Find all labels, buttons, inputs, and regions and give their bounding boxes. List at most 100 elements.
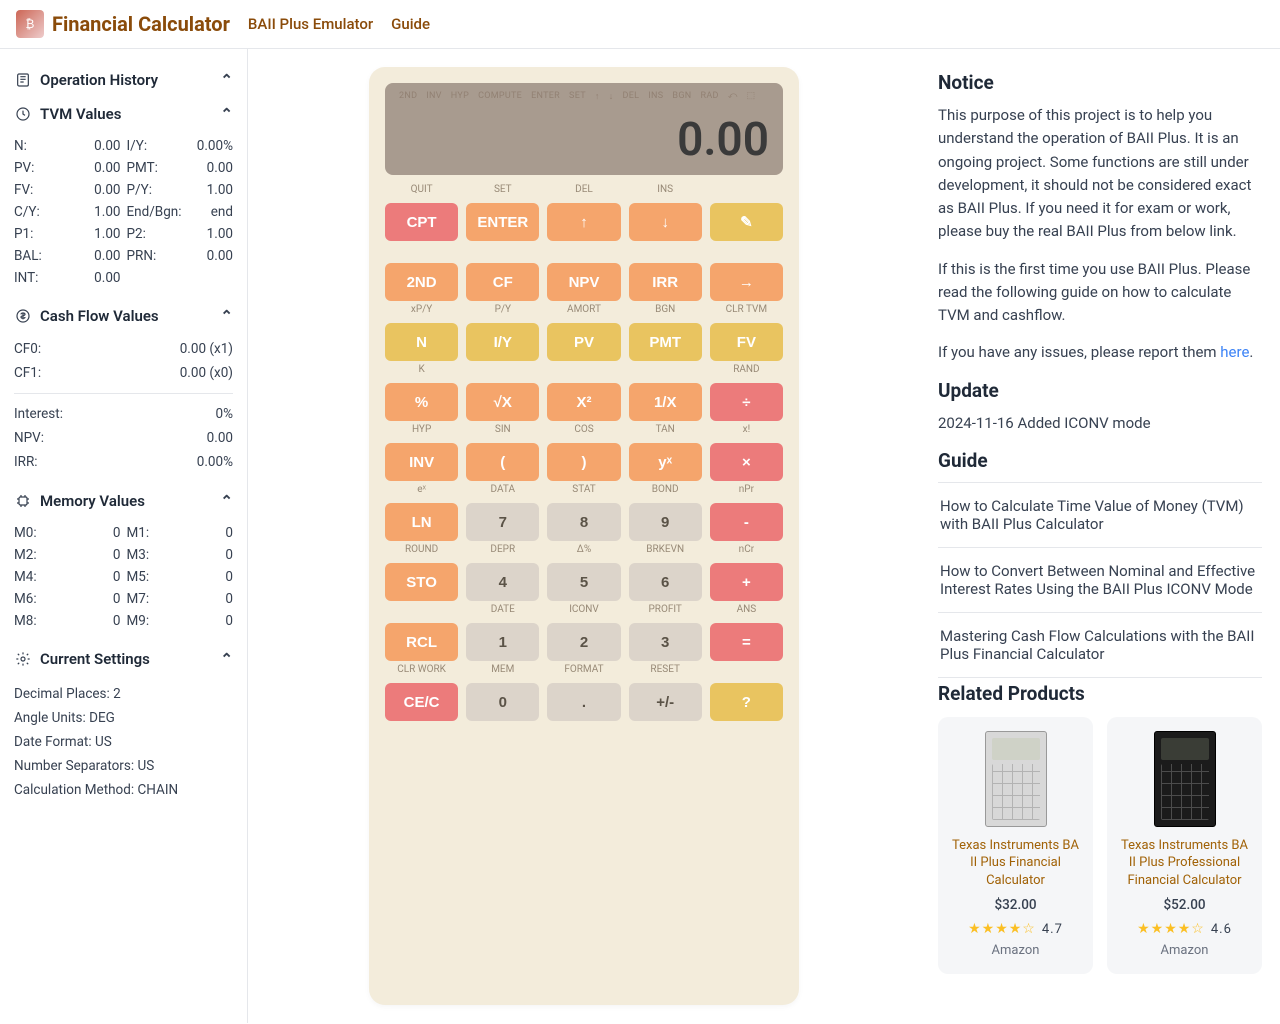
key-9[interactable]: 9: [629, 503, 702, 541]
app-title: Financial Calculator: [52, 12, 230, 36]
key-secondary-label: ROUND: [385, 543, 458, 557]
key-2nd[interactable]: 2ND: [385, 263, 458, 301]
key-[interactable]: =: [710, 623, 783, 661]
key-irr[interactable]: IRR: [629, 263, 702, 301]
key-5[interactable]: 5: [547, 563, 620, 601]
settings-list: Decimal Places: 2Angle Units: DEGDate Fo…: [10, 676, 237, 808]
product-title: Texas Instruments BA II Plus Professiona…: [1117, 837, 1252, 890]
product-rating: ★★★★☆4.6: [1117, 921, 1252, 937]
key-4[interactable]: 4: [466, 563, 539, 601]
report-link[interactable]: here: [1220, 343, 1249, 361]
product-seller: Amazon: [948, 943, 1083, 958]
key-[interactable]: ✎: [710, 203, 783, 241]
indicator: INS: [648, 91, 663, 102]
key-y[interactable]: yˣ: [629, 443, 702, 481]
section-memory[interactable]: Memory Values ⌃: [10, 484, 237, 518]
topbar: ₿ Financial Calculator BAII Plus Emulato…: [0, 0, 1280, 49]
key-[interactable]: -: [710, 503, 783, 541]
indicator: ⬚: [747, 91, 756, 102]
tvm-row: N:0.00: [14, 135, 121, 157]
key-[interactable]: +: [710, 563, 783, 601]
key-[interactable]: ÷: [710, 383, 783, 421]
guide-item[interactable]: How to Convert Between Nominal and Effec…: [938, 548, 1262, 613]
calculator-icon: ₿: [16, 10, 44, 38]
key-3[interactable]: 3: [629, 623, 702, 661]
notice-title: Notice: [938, 71, 1262, 94]
key-npv[interactable]: NPV: [547, 263, 620, 301]
key-[interactable]: ↓: [629, 203, 702, 241]
key-secondary-label: [466, 243, 539, 257]
key-rcl[interactable]: RCL: [385, 623, 458, 661]
key-[interactable]: %: [385, 383, 458, 421]
nav-guide[interactable]: Guide: [391, 15, 430, 33]
settings-item: Decimal Places: 2: [14, 682, 233, 706]
key-x[interactable]: √X: [466, 383, 539, 421]
key-fv[interactable]: FV: [710, 323, 783, 361]
section-tvm[interactable]: TVM Values ⌃: [10, 97, 237, 131]
tvm-row: P2:1.00: [127, 223, 234, 245]
tvm-row: FV:0.00: [14, 179, 121, 201]
key-[interactable]: ×: [710, 443, 783, 481]
section-operation-history[interactable]: Operation History ⌃: [10, 63, 237, 97]
product-card[interactable]: Texas Instruments BA II Plus Financial C…: [938, 717, 1093, 975]
key-secondary-label: [385, 603, 458, 617]
key-x[interactable]: X²: [547, 383, 620, 421]
key-0[interactable]: 0: [466, 683, 539, 721]
key-[interactable]: ↑: [547, 203, 620, 241]
key-secondary-label: RAND: [710, 363, 783, 377]
key-cpt[interactable]: CPT: [385, 203, 458, 241]
key-7[interactable]: 7: [466, 503, 539, 541]
key-secondary-label: BOND: [629, 483, 702, 497]
memory-row: M6:0: [14, 588, 121, 610]
key-[interactable]: (: [466, 443, 539, 481]
key-pv[interactable]: PV: [547, 323, 620, 361]
key-1[interactable]: 1: [466, 623, 539, 661]
product-image: [985, 731, 1047, 827]
key-secondary-label: [710, 243, 783, 257]
guide-item[interactable]: Mastering Cash Flow Calculations with th…: [938, 613, 1262, 678]
key-secondary-label: TAN: [629, 423, 702, 437]
product-card[interactable]: Texas Instruments BA II Plus Professiona…: [1107, 717, 1262, 975]
key-enter[interactable]: ENTER: [466, 203, 539, 241]
memory-row: M8:0: [14, 610, 121, 632]
cf0-row: CF0:0.00 (x1): [14, 337, 233, 361]
key-ln[interactable]: LN: [385, 503, 458, 541]
key-[interactable]: ?: [710, 683, 783, 721]
key-6[interactable]: 6: [629, 563, 702, 601]
guide-list: How to Calculate Time Value of Money (TV…: [938, 482, 1262, 678]
notice-paragraph-3: If you have any issues, please report th…: [938, 341, 1262, 364]
key-secondary-label: BGN: [629, 303, 702, 317]
indicator: COMPUTE: [478, 91, 522, 102]
product-rating: ★★★★☆4.7: [948, 921, 1083, 937]
section-cashflow[interactable]: Cash Flow Values ⌃: [10, 299, 237, 333]
key-2[interactable]: 2: [547, 623, 620, 661]
memory-row: M1:0: [127, 522, 234, 544]
clock-icon: [14, 105, 32, 123]
key-n[interactable]: N: [385, 323, 458, 361]
key-[interactable]: +/-: [629, 683, 702, 721]
key-[interactable]: →: [710, 263, 783, 301]
key-pmt[interactable]: PMT: [629, 323, 702, 361]
tvm-grid: N:0.00I/Y:0.00%PV:0.00PMT:0.00FV:0.00P/Y…: [10, 131, 237, 299]
memory-row: M2:0: [14, 544, 121, 566]
tvm-row: C/Y:1.00: [14, 201, 121, 223]
key-1-x[interactable]: 1/X: [629, 383, 702, 421]
key-[interactable]: ): [547, 443, 620, 481]
key-cf[interactable]: CF: [466, 263, 539, 301]
display-indicators: 2NDINVHYPCOMPUTEENTERSET↑↓DELINSBGNRAD⤺⬚: [399, 91, 769, 102]
tvm-row: PRN:0.00: [127, 245, 234, 267]
key-sto[interactable]: STO: [385, 563, 458, 601]
key-inv[interactable]: INV: [385, 443, 458, 481]
update-text: 2024-11-16 Added ICONV mode: [938, 412, 1262, 435]
logo[interactable]: ₿ Financial Calculator: [16, 10, 230, 38]
guide-item[interactable]: How to Calculate Time Value of Money (TV…: [938, 483, 1262, 548]
nav-emulator[interactable]: BAII Plus Emulator: [248, 15, 373, 33]
update-title: Update: [938, 379, 1262, 402]
section-settings[interactable]: Current Settings ⌃: [10, 642, 237, 676]
product-price: $52.00: [1117, 897, 1252, 913]
key-ce-c[interactable]: CE/C: [385, 683, 458, 721]
key-[interactable]: .: [547, 683, 620, 721]
key-i-y[interactable]: I/Y: [466, 323, 539, 361]
key-8[interactable]: 8: [547, 503, 620, 541]
key-secondary-label: DATA: [466, 483, 539, 497]
